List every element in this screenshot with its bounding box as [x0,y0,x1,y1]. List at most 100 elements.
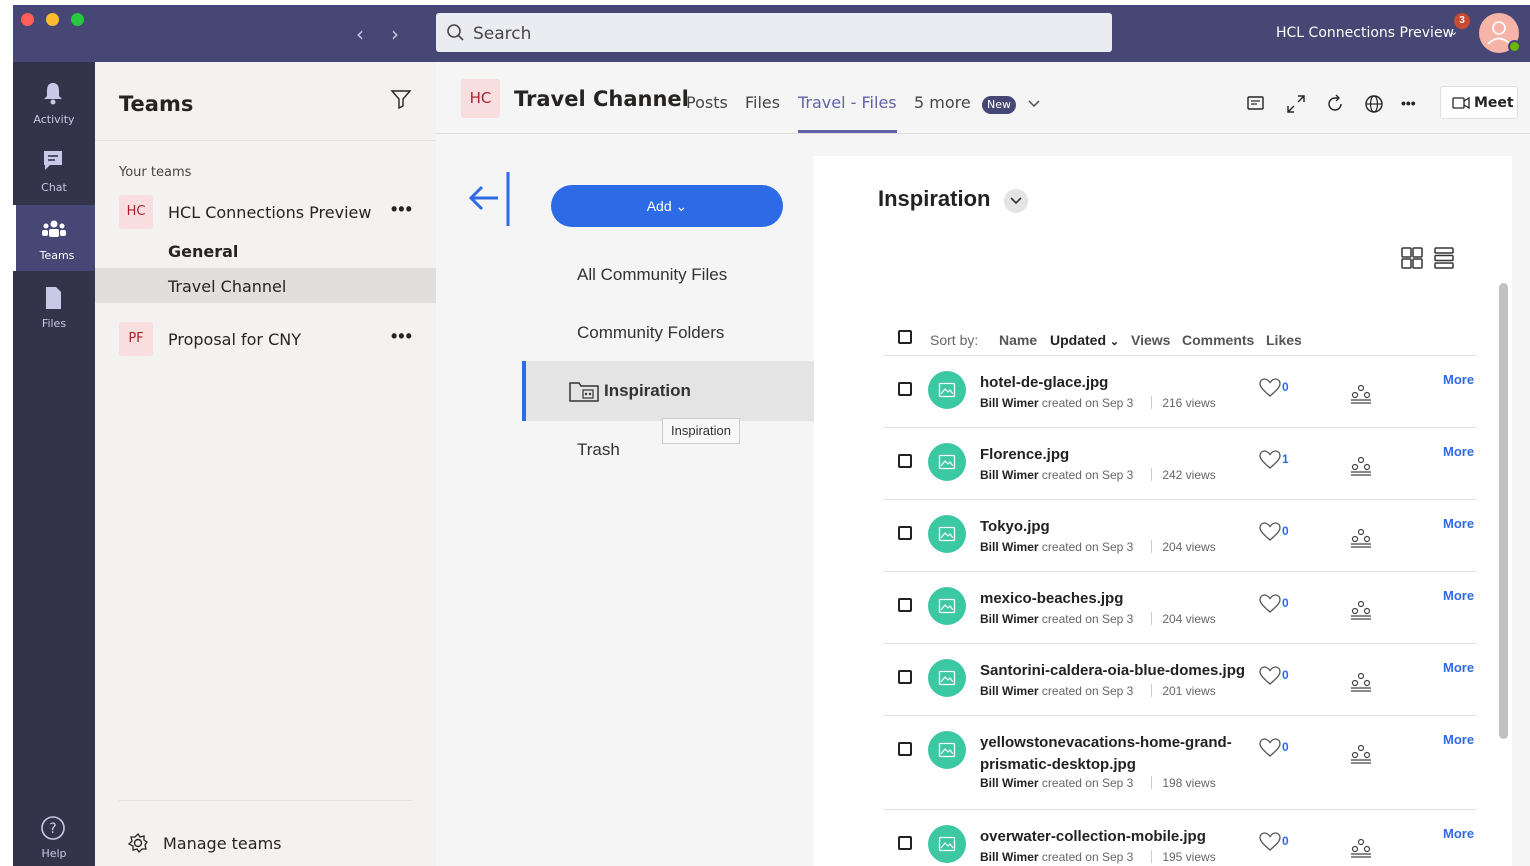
share-users-icon[interactable] [1350,838,1372,858]
file-checkbox[interactable] [898,670,912,684]
file-checkbox[interactable] [898,742,912,756]
team-avatar: HC [119,195,153,229]
share-users-icon[interactable] [1350,384,1372,404]
rail-item-teams[interactable]: Teams [13,205,95,271]
channel-item-travel-channel[interactable]: Travel Channel [168,277,286,296]
folder-menu-button[interactable] [1004,189,1028,213]
team-item-hcl-connections-preview[interactable]: HC HCL Connections Preview ••• [95,195,436,231]
file-row[interactable]: Florence.jpg Bill Wimer created on Sep 3 2… [884,428,1476,500]
file-row[interactable]: Tokyo.jpg Bill Wimer created on Sep 3 204 … [884,500,1476,572]
rail-item-help[interactable]: ? Help [13,807,95,866]
file-checkbox[interactable] [898,836,912,850]
more-link[interactable]: More [1443,372,1474,387]
more-options-icon[interactable]: ••• [391,199,413,220]
file-row[interactable]: yellowstonevacations-home-grand-prismati… [884,716,1476,810]
tab-posts[interactable]: Posts [686,93,728,112]
file-checkbox[interactable] [898,598,912,612]
conversation-icon[interactable] [1246,94,1266,114]
close-window-button[interactable] [21,13,34,26]
file-meta: Bill Wimer created on Sep 3 195 views [980,850,1216,864]
nav-all-community-files[interactable]: All Community Files [577,265,727,285]
divider [95,140,436,141]
rail-item-files[interactable]: Files [13,273,95,339]
forward-nav-icon[interactable]: › [391,22,399,46]
globe-icon[interactable] [1364,94,1384,114]
nav-inspiration[interactable]: Inspiration [522,361,814,421]
filter-icon[interactable] [390,88,412,110]
file-name[interactable]: Santorini-caldera-oia-blue-domes.jpg [980,660,1248,682]
sort-updated[interactable]: Updated ⌄ [1050,332,1119,348]
more-link[interactable]: More [1443,588,1474,603]
minimize-window-button[interactable] [46,13,59,26]
file-row[interactable]: mexico-beaches.jpg Bill Wimer created on … [884,572,1476,644]
more-link[interactable]: More [1443,732,1474,747]
file-author[interactable]: Bill Wimer [980,776,1039,790]
file-author[interactable]: Bill Wimer [980,468,1039,482]
file-author[interactable]: Bill Wimer [980,684,1039,698]
nav-trash[interactable]: Trash [577,440,620,460]
rail-item-chat[interactable]: Chat [13,137,95,203]
tab-files[interactable]: Files [745,93,780,112]
rail-item-activity[interactable]: Activity [13,69,95,135]
tab-travel-files[interactable]: Travel - Files [798,93,897,112]
grid-view-icon[interactable] [1400,246,1424,270]
sort-views[interactable]: Views [1131,332,1170,348]
share-users-icon[interactable] [1350,672,1372,692]
help-icon: ? [41,816,65,840]
file-author[interactable]: Bill Wimer [980,396,1039,410]
file-checkbox[interactable] [898,526,912,540]
back-nav-icon[interactable]: ‹ [356,22,364,46]
share-users-icon[interactable] [1350,456,1372,476]
refresh-icon[interactable] [1325,94,1345,114]
meet-button[interactable]: Meet [1440,86,1518,119]
search-input[interactable]: Search [436,13,1112,52]
back-arrow-icon[interactable] [468,172,512,228]
file-checkbox[interactable] [898,382,912,396]
file-author[interactable]: Bill Wimer [980,850,1039,864]
zoom-window-button[interactable] [71,13,84,26]
more-link[interactable]: More [1443,660,1474,675]
more-options-icon[interactable]: ••• [391,326,413,347]
tab-more[interactable]: 5 more [914,93,971,112]
team-item-proposal-for-cny[interactable]: PF Proposal for CNY ••• [95,322,436,358]
sort-comments[interactable]: Comments [1182,332,1254,348]
chevron-down-icon[interactable] [1027,99,1041,109]
tenant-name[interactable]: HCL Connections Preview [1276,25,1454,41]
share-users-icon[interactable] [1350,528,1372,548]
channel-item-general[interactable]: General [168,242,238,261]
nav-community-folders[interactable]: Community Folders [577,323,724,343]
svg-text:?: ? [49,821,56,837]
heart-icon [1259,450,1281,469]
file-row[interactable]: overwater-collection-mobile.jpg Bill Wime… [884,810,1476,866]
sort-name[interactable]: Name [999,332,1037,348]
file-checkbox[interactable] [898,454,912,468]
file-name[interactable]: Tokyo.jpg [980,516,1248,538]
file-name[interactable]: mexico-beaches.jpg [980,588,1248,610]
file-row[interactable]: Santorini-caldera-oia-blue-domes.jpg Bill… [884,644,1476,716]
list-view-icon[interactable] [1432,246,1456,270]
more-options-icon[interactable]: ••• [1401,95,1416,111]
file-name[interactable]: overwater-collection-mobile.jpg [980,826,1248,848]
more-link[interactable]: More [1443,516,1474,531]
file-author[interactable]: Bill Wimer [980,612,1039,626]
more-link[interactable]: More [1443,444,1474,459]
select-all-checkbox[interactable] [898,330,912,344]
file-name[interactable]: hotel-de-glace.jpg [980,372,1248,394]
add-button[interactable]: Add ⌄ [551,185,783,227]
file-name[interactable]: Florence.jpg [980,444,1248,466]
file-author[interactable]: Bill Wimer [980,540,1039,554]
file-row[interactable]: hotel-de-glace.jpg Bill Wimer created on … [884,356,1476,428]
rail-label: Chat [41,181,67,194]
sort-likes[interactable]: Likes [1266,332,1302,348]
file-name[interactable]: yellowstonevacations-home-grand-prismati… [980,732,1248,776]
avatar[interactable] [1479,13,1521,53]
share-users-icon[interactable] [1350,600,1372,620]
divider [1151,396,1153,409]
file-created: created on Sep 3 [1041,540,1134,554]
manage-teams-button[interactable]: Manage teams [127,832,387,856]
scrollbar[interactable] [1499,283,1508,739]
more-link[interactable]: More [1443,826,1474,841]
expand-icon[interactable] [1286,94,1306,114]
file-views: 195 views [1162,850,1216,864]
share-users-icon[interactable] [1350,744,1372,764]
